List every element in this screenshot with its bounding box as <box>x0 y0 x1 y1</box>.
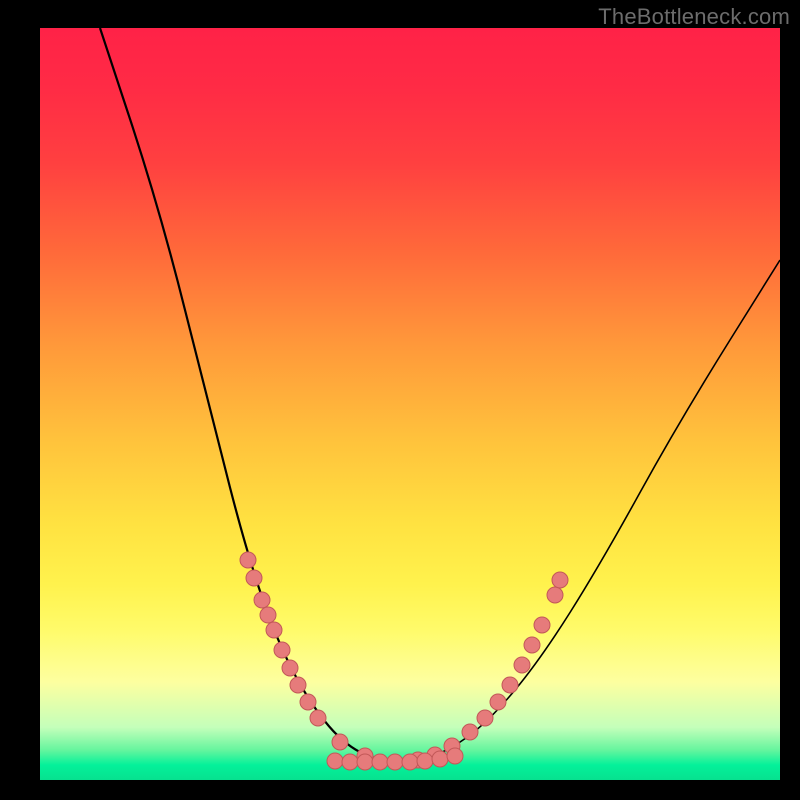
data-dot <box>514 657 530 673</box>
data-dot <box>254 592 270 608</box>
data-dot <box>260 607 276 623</box>
curve-right <box>415 260 780 762</box>
curve-left <box>100 28 395 762</box>
chart-frame: TheBottleneck.com <box>0 0 800 800</box>
data-dot <box>300 694 316 710</box>
data-dot <box>332 734 348 750</box>
data-dot <box>372 754 388 770</box>
data-dot <box>357 754 373 770</box>
data-dot <box>432 751 448 767</box>
data-dot <box>524 637 540 653</box>
data-dot <box>547 587 563 603</box>
data-dot <box>490 694 506 710</box>
watermark-text: TheBottleneck.com <box>598 4 790 30</box>
data-dot <box>462 724 478 740</box>
data-dot <box>387 754 403 770</box>
data-dot <box>240 552 256 568</box>
data-dot <box>327 753 343 769</box>
data-dot <box>282 660 298 676</box>
data-dot <box>502 677 518 693</box>
data-dot <box>417 753 433 769</box>
data-dots <box>240 552 568 770</box>
bottleneck-curve <box>40 28 780 780</box>
data-dot <box>246 570 262 586</box>
data-dot <box>552 572 568 588</box>
data-dot <box>310 710 326 726</box>
plot-area <box>40 28 780 780</box>
data-dot <box>266 622 282 638</box>
data-dot <box>402 754 418 770</box>
data-dot <box>477 710 493 726</box>
data-dot <box>274 642 290 658</box>
data-dot <box>342 754 358 770</box>
data-dot <box>534 617 550 633</box>
data-dot <box>290 677 306 693</box>
data-dot <box>447 748 463 764</box>
